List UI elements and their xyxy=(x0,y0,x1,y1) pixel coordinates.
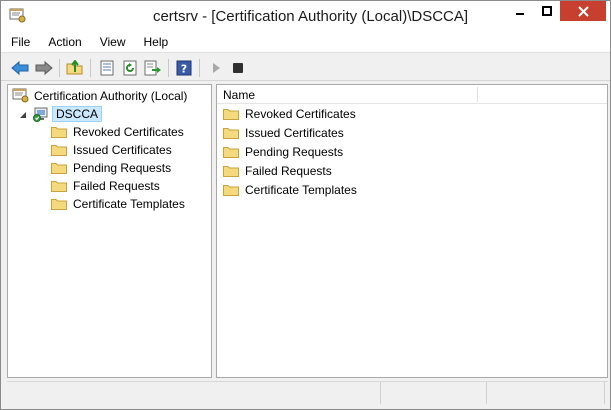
menu-file[interactable]: File xyxy=(1,35,39,49)
folder-icon xyxy=(51,126,67,138)
status-segment xyxy=(7,382,381,404)
menu-help[interactable]: Help xyxy=(135,35,178,49)
help-button[interactable]: ? xyxy=(174,58,194,78)
title-bar[interactable]: certsrv - [Certification Authority (Loca… xyxy=(1,1,610,32)
folder-icon xyxy=(51,162,67,174)
refresh-icon xyxy=(123,60,137,76)
column-divider[interactable] xyxy=(477,87,478,102)
tree-item-revoked[interactable]: Revoked Certificates xyxy=(51,123,184,141)
tree-item-label: Revoked Certificates xyxy=(73,125,184,139)
list-item-label: Issued Certificates xyxy=(245,126,344,140)
list-item[interactable]: Revoked Certificates xyxy=(223,105,356,123)
tree-item-dscca[interactable]: DSCCA xyxy=(18,105,103,123)
stop-service-icon xyxy=(233,63,243,73)
results-pane[interactable]: Name Revoked Certificates Issued Certifi… xyxy=(216,84,608,378)
menu-action[interactable]: Action xyxy=(39,35,90,49)
folder-icon xyxy=(223,184,239,196)
toolbar-separator xyxy=(90,59,91,77)
tree-item-issued[interactable]: Issued Certificates xyxy=(51,141,172,159)
help-icon: ? xyxy=(176,60,192,76)
folder-icon xyxy=(51,144,67,156)
toolbar-separator xyxy=(168,59,169,77)
minimize-icon xyxy=(515,13,524,15)
list-item[interactable]: Pending Requests xyxy=(223,143,343,161)
toolbar-separator xyxy=(199,59,200,77)
close-button[interactable] xyxy=(560,1,606,21)
export-list-button[interactable] xyxy=(143,58,163,78)
column-header-name[interactable]: Name xyxy=(223,88,255,102)
list-item-label: Revoked Certificates xyxy=(245,107,356,121)
mmc-window: certsrv - [Certification Authority (Loca… xyxy=(0,0,611,410)
forward-arrow-icon xyxy=(35,61,53,75)
ca-server-icon xyxy=(32,106,50,122)
refresh-button[interactable] xyxy=(120,58,140,78)
tree-item-templates[interactable]: Certificate Templates xyxy=(51,195,185,213)
folder-icon xyxy=(51,180,67,192)
properties-icon xyxy=(100,60,114,76)
properties-button[interactable] xyxy=(97,58,117,78)
maximize-icon xyxy=(541,6,552,16)
tree-item-failed[interactable]: Failed Requests xyxy=(51,177,160,195)
status-segment xyxy=(487,382,605,404)
tree-item-label: Failed Requests xyxy=(73,179,160,193)
menu-bar: File Action View Help xyxy=(1,32,610,53)
toolbar-separator xyxy=(59,59,60,77)
up-folder-icon xyxy=(66,60,83,75)
minimize-button[interactable] xyxy=(506,1,533,21)
back-arrow-icon xyxy=(11,61,29,75)
certificate-authority-icon xyxy=(12,88,30,104)
tree-item-label: Pending Requests xyxy=(73,161,172,175)
list-item[interactable]: Failed Requests xyxy=(223,162,332,180)
stop-service-button[interactable] xyxy=(228,58,248,78)
menu-view[interactable]: View xyxy=(91,35,135,49)
list-item[interactable]: Issued Certificates xyxy=(223,124,344,142)
forward-button[interactable] xyxy=(34,58,54,78)
folder-icon xyxy=(223,127,239,139)
column-header-row: Name xyxy=(217,85,607,104)
tree-root-label: Certification Authority (Local) xyxy=(34,89,188,103)
up-one-level-button[interactable] xyxy=(65,58,85,78)
tree-item-dscca-label: DSCCA xyxy=(52,106,103,122)
status-segment xyxy=(381,382,487,404)
folder-icon xyxy=(223,165,239,177)
tree-item-label: Issued Certificates xyxy=(73,143,172,157)
console-tree[interactable]: Certification Authority (Local) DSCCA Re… xyxy=(7,84,212,378)
list-item-label: Pending Requests xyxy=(245,145,344,159)
toolbar: ? xyxy=(1,54,610,81)
tree-root[interactable]: Certification Authority (Local) xyxy=(12,87,187,105)
folder-icon xyxy=(223,108,239,120)
tree-item-pending[interactable]: Pending Requests xyxy=(51,159,171,177)
folder-icon xyxy=(51,198,67,210)
tree-item-label: Certificate Templates xyxy=(73,197,185,211)
start-service-button[interactable] xyxy=(206,58,226,78)
close-icon xyxy=(577,5,589,17)
export-list-icon xyxy=(144,60,161,76)
status-bar xyxy=(7,381,608,404)
start-service-icon xyxy=(213,63,220,73)
svg-text:?: ? xyxy=(181,63,187,76)
folder-icon xyxy=(223,146,239,158)
maximize-button[interactable] xyxy=(533,1,560,21)
list-item-label: Certificate Templates xyxy=(245,183,357,197)
list-item-label: Failed Requests xyxy=(245,164,332,178)
collapse-arrow-icon[interactable] xyxy=(18,109,28,119)
back-button[interactable] xyxy=(10,58,30,78)
list-item[interactable]: Certificate Templates xyxy=(223,181,357,199)
